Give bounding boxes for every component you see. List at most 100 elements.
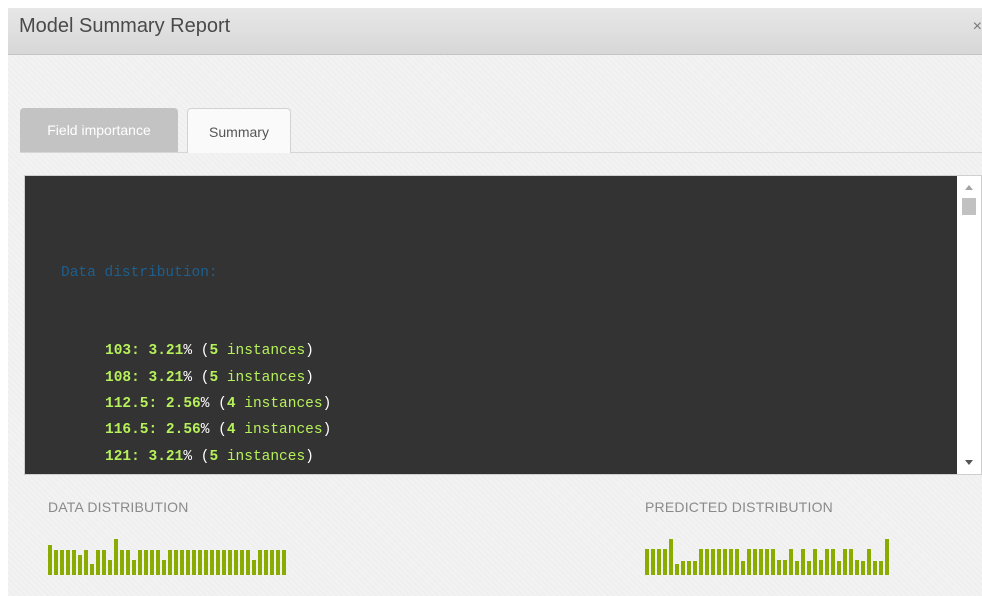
data-distribution-label: DATA DISTRIBUTION xyxy=(48,499,189,515)
row-percent: 3.21 xyxy=(148,448,184,465)
distribution-bar xyxy=(663,549,667,575)
console-header: Data distribution: xyxy=(61,264,218,281)
distribution-bar xyxy=(264,550,268,575)
row-unit: instances xyxy=(226,448,306,465)
row-punctuation: : xyxy=(131,343,149,360)
distribution-bar xyxy=(204,550,208,575)
distribution-bar xyxy=(783,560,787,575)
row-punctuation: : xyxy=(148,422,166,439)
row-unit: instances xyxy=(226,369,306,386)
console-scrollbar[interactable] xyxy=(957,176,981,474)
scroll-down-arrow-icon[interactable] xyxy=(965,460,973,465)
distribution-bar xyxy=(246,550,250,575)
row-punctuation xyxy=(218,343,227,359)
data-distribution-chart xyxy=(48,527,288,575)
distribution-bar xyxy=(96,550,100,575)
row-key: 121 xyxy=(105,448,132,465)
row-percent: 2.56 xyxy=(165,396,201,413)
distribution-bar xyxy=(681,561,685,575)
model-summary-modal: Model Summary Report × Field importance … xyxy=(8,8,982,596)
distribution-bar xyxy=(234,550,238,575)
console-row: 121: 3.21% (5 instances) xyxy=(61,444,331,470)
distribution-bar xyxy=(186,550,190,575)
row-punctuation: ) xyxy=(305,369,314,386)
distribution-bar xyxy=(252,560,256,575)
distribution-bar xyxy=(753,549,757,575)
tab-summary[interactable]: Summary xyxy=(187,108,291,153)
distribution-bar xyxy=(222,550,226,575)
row-punctuation: % ( xyxy=(200,396,227,413)
row-percent: 3.21 xyxy=(148,369,184,386)
row-count: 4 xyxy=(226,422,236,439)
distribution-bar xyxy=(795,561,799,575)
console-row: 112.5: 2.56% (4 instances) xyxy=(61,391,331,417)
distribution-bar xyxy=(72,550,76,575)
distribution-bar xyxy=(48,545,52,575)
distribution-bar xyxy=(741,561,745,575)
row-count: 4 xyxy=(226,396,236,413)
distribution-bar xyxy=(789,549,793,575)
row-punctuation: ) xyxy=(322,422,332,439)
row-key: 116.5 xyxy=(105,422,149,439)
distribution-bar xyxy=(174,550,178,575)
scroll-up-arrow-icon[interactable] xyxy=(965,185,973,190)
summary-console[interactable]: Data distribution: 103: 3.21% (5 instanc… xyxy=(24,175,982,475)
row-punctuation: ) xyxy=(322,396,332,413)
distribution-bar xyxy=(78,555,82,575)
distribution-bar xyxy=(132,560,136,575)
distribution-bar xyxy=(258,550,262,575)
row-punctuation: % ( xyxy=(200,422,227,439)
distribution-bar xyxy=(717,549,721,575)
distribution-bar xyxy=(126,550,130,575)
row-percent: 2.56 xyxy=(165,422,201,439)
distribution-bar xyxy=(711,549,715,575)
row-punctuation: : xyxy=(131,369,149,386)
distribution-bar xyxy=(240,550,244,575)
row-punctuation: % ( xyxy=(183,369,210,386)
scroll-thumb[interactable] xyxy=(962,198,976,215)
row-punctuation: : xyxy=(131,448,149,465)
row-unit: instances xyxy=(226,343,306,360)
console-row: 108: 3.21% (5 instances) xyxy=(61,365,331,391)
distribution-bar xyxy=(120,550,124,575)
distribution-bar xyxy=(747,549,751,575)
tab-field-importance[interactable]: Field importance xyxy=(20,108,178,152)
distribution-bar xyxy=(54,550,58,575)
distribution-bar xyxy=(168,550,172,575)
console-text-area: Data distribution: 103: 3.21% (5 instanc… xyxy=(25,176,957,474)
row-punctuation xyxy=(218,449,227,465)
distribution-bar xyxy=(813,549,817,575)
distribution-bar xyxy=(837,561,841,575)
distribution-bar xyxy=(162,560,166,575)
tab-bar: Field importance Summary xyxy=(20,108,982,153)
distribution-bar xyxy=(807,561,811,575)
distribution-bar xyxy=(90,564,94,575)
distribution-bar xyxy=(114,539,118,575)
distribution-bar xyxy=(693,561,697,575)
distribution-bar xyxy=(60,550,64,575)
row-punctuation: ) xyxy=(305,448,314,465)
distribution-bar xyxy=(144,550,148,575)
distribution-bar xyxy=(192,550,196,575)
row-punctuation xyxy=(236,396,245,412)
distribution-bar xyxy=(228,550,232,575)
row-percent: 3.21 xyxy=(148,343,184,360)
row-count: 5 xyxy=(209,448,219,465)
distribution-bar xyxy=(723,549,727,575)
row-key: 103 xyxy=(105,343,132,360)
row-count: 5 xyxy=(209,343,219,360)
distribution-bar xyxy=(102,550,106,575)
distribution-bar xyxy=(687,561,691,575)
distribution-bar xyxy=(282,550,286,575)
distribution-bar xyxy=(645,549,649,575)
row-key: 112.5 xyxy=(105,396,149,413)
distribution-bar xyxy=(765,549,769,575)
console-row: 116.5: 2.56% (4 instances) xyxy=(61,417,331,443)
distribution-bar xyxy=(66,550,70,575)
close-icon[interactable]: × xyxy=(973,18,982,36)
distribution-bar xyxy=(861,561,865,575)
distribution-bar xyxy=(699,549,703,575)
row-punctuation: : xyxy=(148,396,166,413)
modal-header: Model Summary Report × xyxy=(8,8,982,55)
distribution-bar xyxy=(198,550,202,575)
